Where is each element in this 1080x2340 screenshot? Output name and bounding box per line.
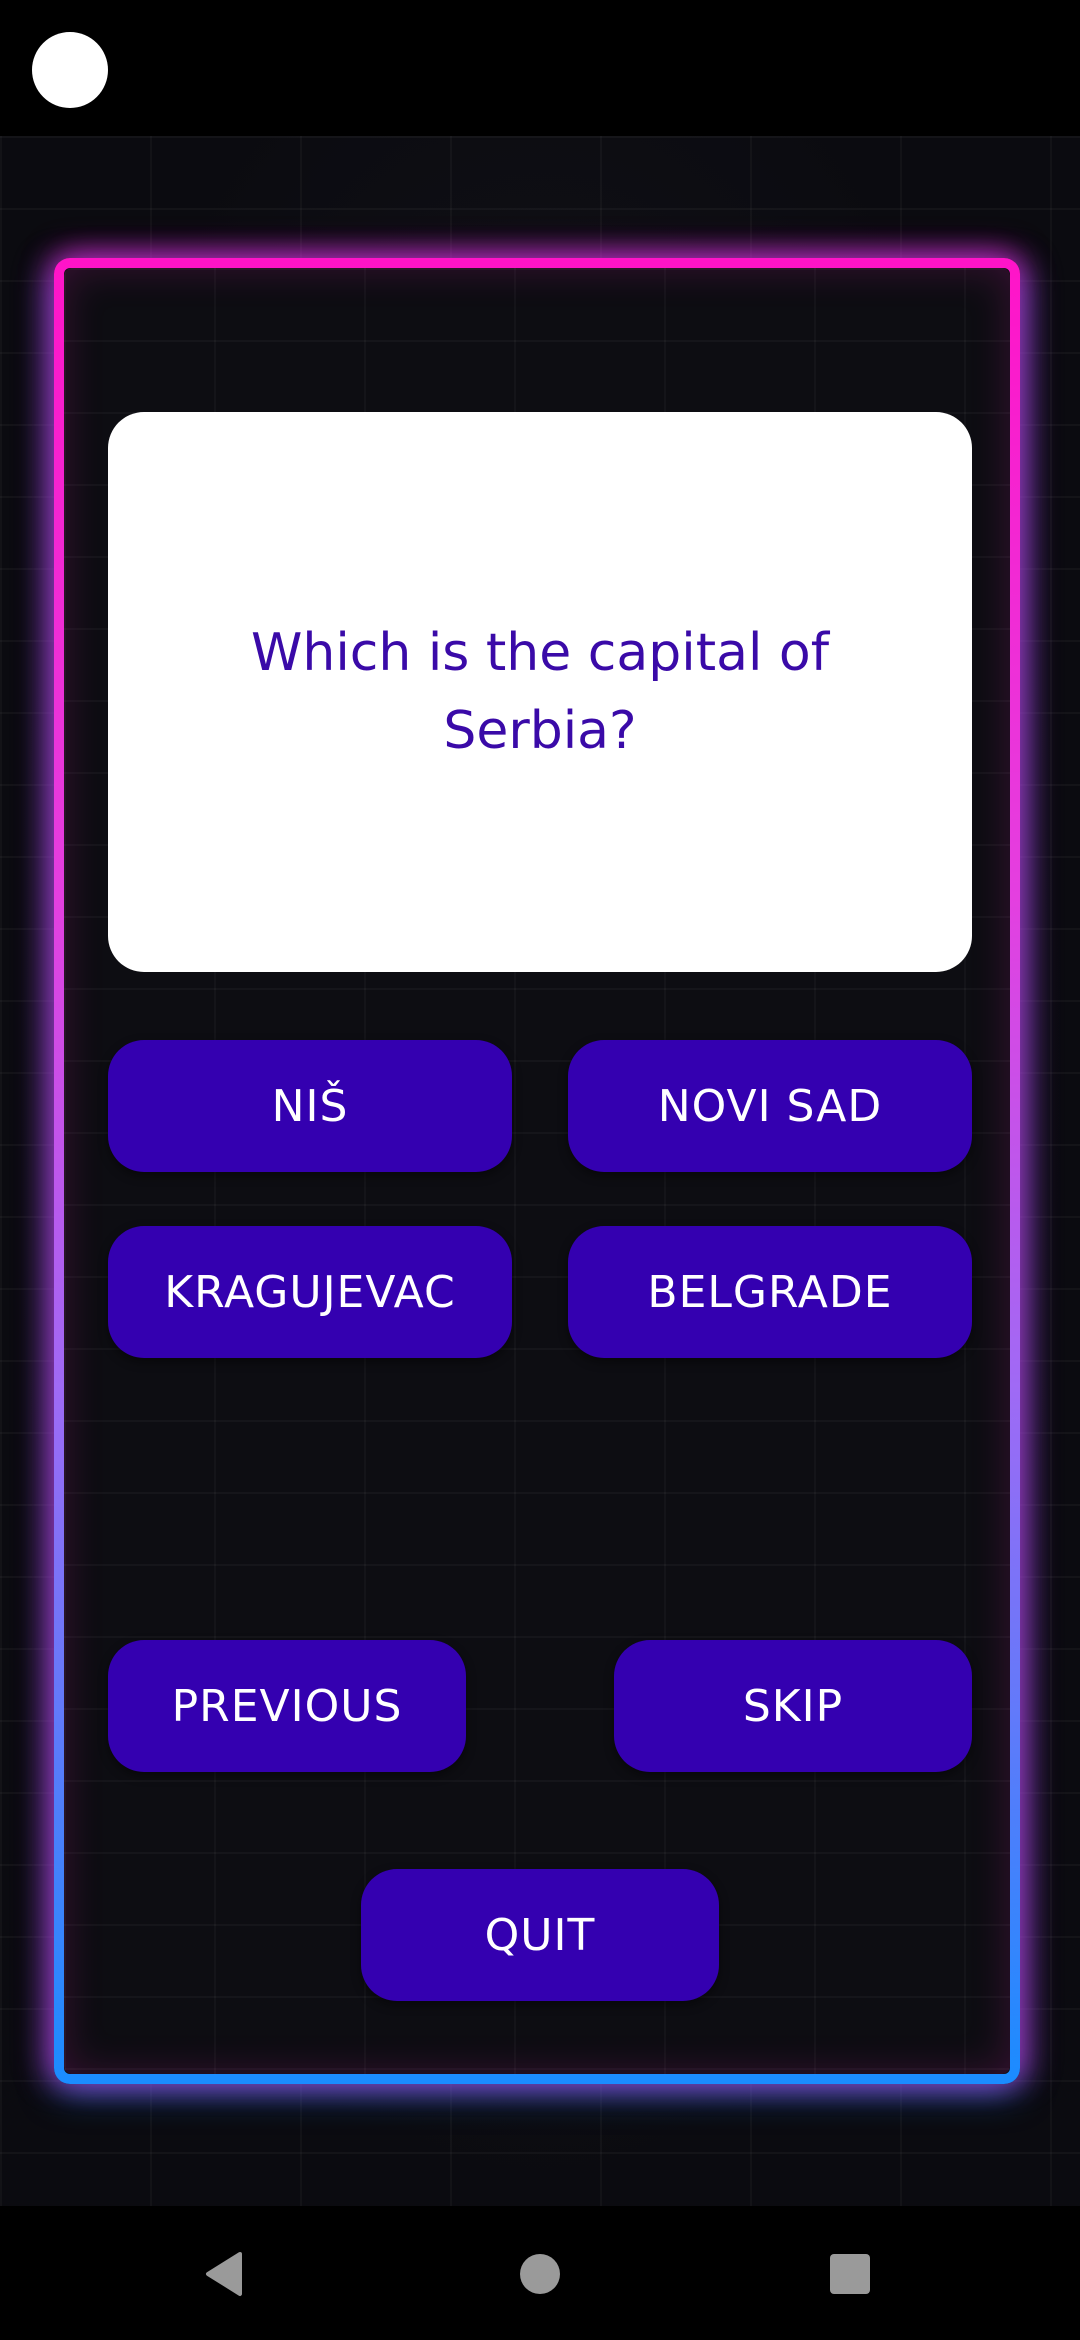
- answer-button-novi-sad[interactable]: NOVI SAD: [568, 1040, 972, 1172]
- answer-label: NOVI SAD: [657, 1080, 883, 1132]
- system-nav-bar: [0, 2206, 1080, 2340]
- home-icon[interactable]: [520, 2254, 560, 2294]
- recents-icon[interactable]: [830, 2254, 870, 2294]
- phone-screen: Which is the capital of Serbia? NIŠ NOVI…: [0, 0, 1080, 2340]
- skip-button[interactable]: SKIP: [614, 1640, 972, 1772]
- answer-button-nis[interactable]: NIŠ: [108, 1040, 512, 1172]
- answer-label: BELGRADE: [647, 1266, 893, 1318]
- answer-button-belgrade[interactable]: BELGRADE: [568, 1226, 972, 1358]
- question-card: Which is the capital of Serbia?: [108, 412, 972, 972]
- answer-button-kragujevac[interactable]: KRAGUJEVAC: [108, 1226, 512, 1358]
- quit-label: QUIT: [484, 1909, 596, 1961]
- previous-label: PREVIOUS: [171, 1680, 403, 1732]
- previous-button[interactable]: PREVIOUS: [108, 1640, 466, 1772]
- answer-label: KRAGUJEVAC: [164, 1266, 456, 1318]
- quit-button[interactable]: QUIT: [361, 1869, 719, 2001]
- answer-label: NIŠ: [271, 1080, 349, 1132]
- camera-icon: [32, 32, 108, 108]
- back-icon[interactable]: [200, 2250, 248, 2298]
- skip-label: SKIP: [742, 1680, 844, 1732]
- quiz-screen: Which is the capital of Serbia? NIŠ NOVI…: [0, 136, 1080, 2206]
- status-bar: [0, 0, 1080, 136]
- question-text: Which is the capital of Serbia?: [250, 623, 830, 761]
